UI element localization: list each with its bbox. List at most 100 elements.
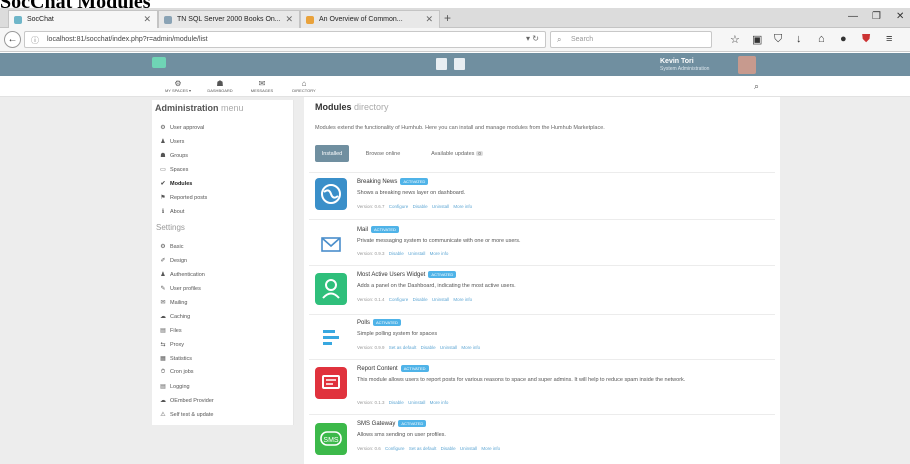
configure-link[interactable]: Configure bbox=[389, 297, 409, 302]
disable-link[interactable]: Disable bbox=[413, 297, 428, 302]
tab-available-updates[interactable]: Available updates 0 bbox=[417, 145, 497, 162]
more-info-link[interactable]: More info bbox=[481, 446, 500, 451]
more-info-link[interactable]: More info bbox=[453, 297, 472, 302]
messages-icon[interactable] bbox=[454, 58, 465, 70]
sidebar-item-about[interactable]: ℹ About bbox=[159, 208, 185, 215]
user-icon: ♟ bbox=[160, 272, 166, 278]
module-description: This module allows users to report posts… bbox=[357, 377, 686, 383]
maximize-icon[interactable]: ❐ bbox=[872, 11, 881, 22]
disable-link[interactable]: Disable bbox=[441, 446, 456, 451]
app-logo[interactable] bbox=[152, 57, 166, 68]
module-meta: Version: 0.6 Configure Set as default Di… bbox=[357, 446, 500, 451]
address-bar[interactable]: ⓘ localhost:81/socchat/index.php?r=admin… bbox=[24, 31, 546, 48]
uninstall-link[interactable]: Uninstall bbox=[432, 297, 449, 302]
more-info-link[interactable]: More info bbox=[461, 345, 480, 350]
modules-description: Modules extend the functionality of Humh… bbox=[315, 125, 605, 131]
sidebar-item-authentication[interactable]: ♟ Authentication bbox=[159, 271, 205, 278]
set-default-link[interactable]: Set as default bbox=[389, 345, 417, 350]
updates-count-badge: 0 bbox=[476, 151, 483, 156]
menu-icon[interactable]: ≡ bbox=[886, 33, 892, 45]
search-icon[interactable]: ⌕ bbox=[754, 81, 759, 92]
disable-link[interactable]: Disable bbox=[389, 251, 404, 256]
uninstall-link[interactable]: Uninstall bbox=[408, 251, 425, 256]
sidebar-item-self-test[interactable]: ⚠ Self test & update bbox=[159, 411, 213, 418]
configure-link[interactable]: Configure bbox=[385, 446, 405, 451]
menu-messages[interactable]: ✉ MESSAGES bbox=[242, 79, 282, 93]
sidebar-item-users[interactable]: ♟ Users bbox=[159, 138, 184, 145]
close-tab-icon[interactable]: ✕ bbox=[285, 14, 293, 25]
reload-icon[interactable]: ▾ ↻ bbox=[526, 34, 539, 43]
page-favicon-icon bbox=[164, 16, 172, 24]
svg-text:SMS: SMS bbox=[323, 437, 339, 444]
sidebar-item-user-profiles[interactable]: ✎ User profiles bbox=[159, 285, 200, 292]
sidebar-item-caching[interactable]: ☁ Caching bbox=[159, 313, 190, 320]
clipboard-icon[interactable]: ▣ bbox=[752, 33, 762, 46]
sidebar-item-basic[interactable]: ⚙ Basic bbox=[159, 243, 183, 250]
sidebar-item-oembed-provider[interactable]: ☁ OEmbed Provider bbox=[159, 397, 214, 404]
sidebar-item-mailing[interactable]: ✉ Mailing bbox=[159, 299, 187, 306]
module-title: Report Content bbox=[357, 366, 398, 373]
disable-link[interactable]: Disable bbox=[421, 345, 436, 350]
browser-tab-overview[interactable]: An Overview of Common... ✕ bbox=[300, 10, 440, 28]
browser-tab-socchat[interactable]: SocChat ✕ bbox=[8, 10, 158, 28]
sidebar-item-label: Self test & update bbox=[170, 412, 214, 418]
tab-installed[interactable]: Installed bbox=[315, 145, 349, 162]
sidebar-item-label: Basic bbox=[170, 244, 184, 250]
module-title: Breaking News bbox=[357, 179, 398, 186]
module-name: Polls Activated bbox=[357, 319, 401, 326]
home-icon[interactable]: ⌂ bbox=[818, 33, 825, 45]
download-icon[interactable]: ↓ bbox=[796, 33, 802, 45]
module-version: Version: 0.1.4 bbox=[357, 297, 385, 302]
sidebar-item-groups[interactable]: ☗ Groups bbox=[159, 152, 188, 159]
avatar[interactable] bbox=[738, 56, 756, 74]
minimize-icon[interactable]: — bbox=[848, 11, 858, 22]
bookmark-star-icon[interactable]: ☆ bbox=[730, 33, 740, 46]
tab-browse-online[interactable]: Browse online bbox=[357, 145, 409, 162]
disable-link[interactable]: Disable bbox=[389, 400, 404, 405]
close-tab-icon[interactable]: ✕ bbox=[425, 14, 433, 25]
close-tab-icon[interactable]: ✕ bbox=[143, 14, 151, 25]
uninstall-link[interactable]: Uninstall bbox=[440, 345, 457, 350]
browser-tab-sql-server[interactable]: TN SQL Server 2000 Books On... ✕ bbox=[158, 10, 300, 28]
more-info-link[interactable]: More info bbox=[453, 204, 472, 209]
uninstall-link[interactable]: Uninstall bbox=[432, 204, 449, 209]
info-icon[interactable]: ⓘ bbox=[31, 35, 39, 46]
user-name[interactable]: Kevin Tori bbox=[660, 58, 694, 65]
sidebar-item-statistics[interactable]: ▦ Statistics bbox=[159, 355, 192, 362]
sidebar-item-spaces[interactable]: ▭ Spaces bbox=[159, 166, 188, 173]
module-version: Version: 0.9.3 bbox=[357, 251, 385, 256]
sidebar-item-user-approval[interactable]: ⚙ User approval bbox=[159, 124, 204, 131]
sidebar-item-label: Proxy bbox=[170, 342, 185, 348]
sidebar-item-cron-jobs[interactable]: ⏱ Cron jobs bbox=[159, 369, 194, 376]
sidebar-item-modules[interactable]: ✔ Modules bbox=[159, 180, 192, 187]
uninstall-link[interactable]: Uninstall bbox=[408, 400, 425, 405]
menu-dashboard[interactable]: ☗ DASHBOARD bbox=[200, 79, 240, 93]
configure-link[interactable]: Configure bbox=[389, 204, 409, 209]
menu-label: MESSAGES bbox=[250, 88, 274, 93]
notifications-icon[interactable] bbox=[436, 58, 447, 70]
uninstall-link[interactable]: Uninstall bbox=[460, 446, 477, 451]
page-title: Modules directory bbox=[315, 102, 389, 112]
menu-my-spaces[interactable]: ⚙ MY SPACES ▾ bbox=[158, 79, 198, 93]
window-close-icon[interactable]: ✕ bbox=[896, 11, 904, 22]
chat-icon[interactable]: ● bbox=[840, 33, 847, 45]
set-default-link[interactable]: Set as default bbox=[409, 446, 437, 451]
shield-icon[interactable]: ⛊ bbox=[862, 33, 870, 46]
browser-tab-label: An Overview of Common... bbox=[319, 16, 403, 23]
disable-link[interactable]: Disable bbox=[413, 204, 428, 209]
more-info-link[interactable]: More info bbox=[430, 400, 449, 405]
module-title: Most Active Users Widget bbox=[357, 272, 426, 279]
browser-search-input[interactable]: ⌕ Search bbox=[550, 31, 712, 48]
more-info-link[interactable]: More info bbox=[430, 251, 449, 256]
sidebar-item-logging[interactable]: ▤ Logging bbox=[159, 383, 189, 390]
back-button[interactable]: ← bbox=[4, 31, 21, 48]
envelope-icon: ✉ bbox=[160, 300, 166, 306]
sidebar-item-files[interactable]: ▤ Files bbox=[159, 327, 181, 334]
pocket-icon[interactable]: ⛉ bbox=[774, 33, 782, 46]
sidebar-item-label: Caching bbox=[170, 314, 191, 320]
sidebar-item-reported-posts[interactable]: ⚑ Reported posts bbox=[159, 194, 207, 201]
menu-directory[interactable]: ⌂ DIRECTORY bbox=[284, 79, 324, 93]
sidebar-item-proxy[interactable]: ⇆ Proxy bbox=[159, 341, 184, 348]
new-tab-icon[interactable]: + bbox=[444, 11, 451, 25]
sidebar-item-design[interactable]: ✐ Design bbox=[159, 257, 187, 264]
